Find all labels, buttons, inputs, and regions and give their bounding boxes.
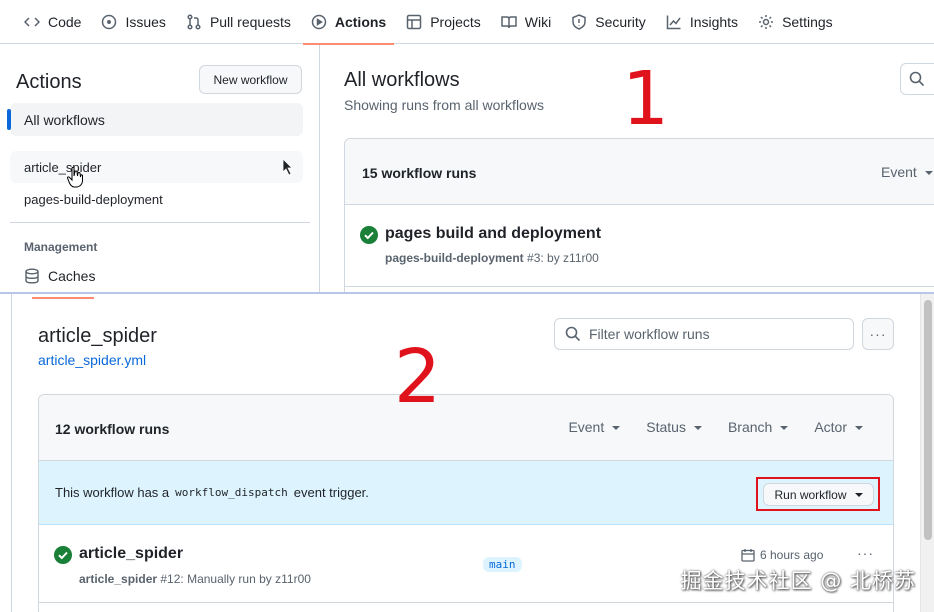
search-icon [565,326,581,342]
run-title[interactable]: article_spider [79,545,183,563]
chevron-down-icon [854,492,863,497]
actor-filter[interactable]: Actor [814,419,863,435]
page-subtitle: Showing runs from all workflows [344,97,544,113]
search-button[interactable] [900,63,934,95]
chevron-down-icon [780,426,789,431]
annotation-number-1: 1 [622,56,670,142]
chevron-down-icon [693,426,702,431]
tab-pull-requests[interactable]: Pull requests [176,0,301,44]
dispatch-suffix: event trigger. [293,485,369,500]
workflow-title: article_spider [38,325,157,347]
tab-issues[interactable]: Issues [91,0,175,44]
branch-filter[interactable]: Branch [727,419,789,435]
sidebar-item-caches[interactable]: Caches [24,268,95,284]
tab-insights[interactable]: Insights [656,0,748,44]
scrollbar[interactable] [920,294,934,612]
repo-nav: Code Issues Pull requests Actions Projec… [0,0,934,45]
screenshot-all-workflows: Code Issues Pull requests Actions Projec… [0,0,934,296]
search-icon [909,71,925,87]
watermark: 掘金技术社区 @ 北桥苏 [680,569,916,593]
shield-icon [572,13,586,30]
tab-projects[interactable]: Projects [396,0,491,44]
run-count: 12 workflow runs [55,421,170,437]
workflow-dispatch-banner: This workflow has a workflow_dispatch ev… [39,461,893,525]
chevron-down-icon [855,426,863,431]
filter-placeholder: Filter workflow runs [589,326,710,342]
run-meta: pages-build-deployment #3: by z11r00 [385,251,599,265]
more-options-button[interactable]: ··· [862,318,894,350]
screenshot-article-spider-workflow: article_spider article_spider.yml Filter… [0,292,934,612]
success-check-icon [54,546,72,564]
run-meta-text: #3: by z11r00 [523,251,599,265]
sidebar-item-all-workflows[interactable]: All workflows [7,103,303,136]
run-count: 15 workflow runs [362,165,477,181]
management-heading: Management [24,240,98,254]
book-icon [501,15,517,28]
run-meta: article_spider #12: Manually run by z11r… [79,572,311,586]
dispatch-prefix: This workflow has a [55,485,170,500]
gear-icon [759,14,774,29]
run-more-options[interactable]: ··· [857,545,874,561]
event-filter[interactable]: Event [881,164,933,180]
actions-sidebar: Actions New workflow All workflows artic… [0,45,320,296]
run-filters: Event Status Branch Actor [568,419,863,435]
status-filter-label: Status [646,419,686,435]
branch-filter-label: Branch [727,419,773,435]
filter-workflow-runs-input[interactable]: Filter workflow runs [554,318,854,350]
active-tab-underline [32,297,94,299]
pin-icon[interactable] [281,158,297,176]
play-icon [311,14,327,29]
workflow-file-link[interactable]: article_spider.yml [38,352,146,368]
sidebar-edge [0,294,12,612]
database-icon [25,268,39,284]
workflow-runs-box: 15 workflow runs Event pages build and d… [344,138,934,296]
sidebar-item-pages-build-deployment[interactable]: pages-build-deployment [10,183,303,215]
workflow-run-row[interactable]: pages build and deployment pages-build-d… [345,205,934,287]
tab-code[interactable]: Code [24,0,91,44]
calendar-icon [741,549,755,562]
run-time-label: 6 hours ago [760,548,824,562]
run-workflow-name: pages-build-deployment [385,251,524,265]
actor-filter-label: Actor [814,419,847,435]
run-workflow-highlight: Run workflow [756,477,880,511]
run-workflow-button[interactable]: Run workflow [763,483,874,506]
dispatch-message: This workflow has a workflow_dispatch ev… [55,485,369,500]
annotation-number-2: 2 [394,334,442,420]
code-icon [24,16,40,27]
success-check-icon [360,226,378,244]
status-filter[interactable]: Status [646,419,702,435]
run-workflow-label: Run workflow [774,487,847,502]
dispatch-code: workflow_dispatch [175,486,288,499]
runs-header: 15 workflow runs Event [345,139,934,205]
pull-request-icon [187,13,201,30]
run-meta-text: #12: Manually run by z11r00 [157,572,311,586]
sidebar-item-label: article_spider [24,159,102,175]
graph-icon [666,15,681,29]
event-filter-label: Event [881,164,917,180]
sidebar-item-article-spider[interactable]: article_spider [10,151,303,183]
chevron-down-icon [924,171,933,176]
sidebar-item-label: Caches [48,268,96,284]
tab-wiki[interactable]: Wiki [491,0,561,44]
run-workflow-name: article_spider [79,572,158,586]
sidebar-item-label: pages-build-deployment [24,191,163,207]
sidebar-divider [10,222,310,223]
runs-header: 12 workflow runs Event Status Branch Act… [39,395,893,461]
issue-icon [102,14,117,29]
run-time: 6 hours ago [741,548,823,562]
new-workflow-button[interactable]: New workflow [199,65,302,94]
branch-tag[interactable]: main [483,557,522,572]
table-icon [406,14,422,29]
scrollbar-thumb[interactable] [924,300,932,540]
run-title[interactable]: pages build and deployment [385,225,601,243]
chevron-down-icon [612,426,621,431]
event-filter-label: Event [568,419,605,435]
page-title: All workflows [344,69,460,91]
tab-settings[interactable]: Settings [748,0,843,44]
tab-security[interactable]: Security [561,0,656,44]
sidebar-title: Actions [16,71,82,93]
event-filter[interactable]: Event [568,419,621,435]
tab-actions[interactable]: Actions [301,0,396,45]
